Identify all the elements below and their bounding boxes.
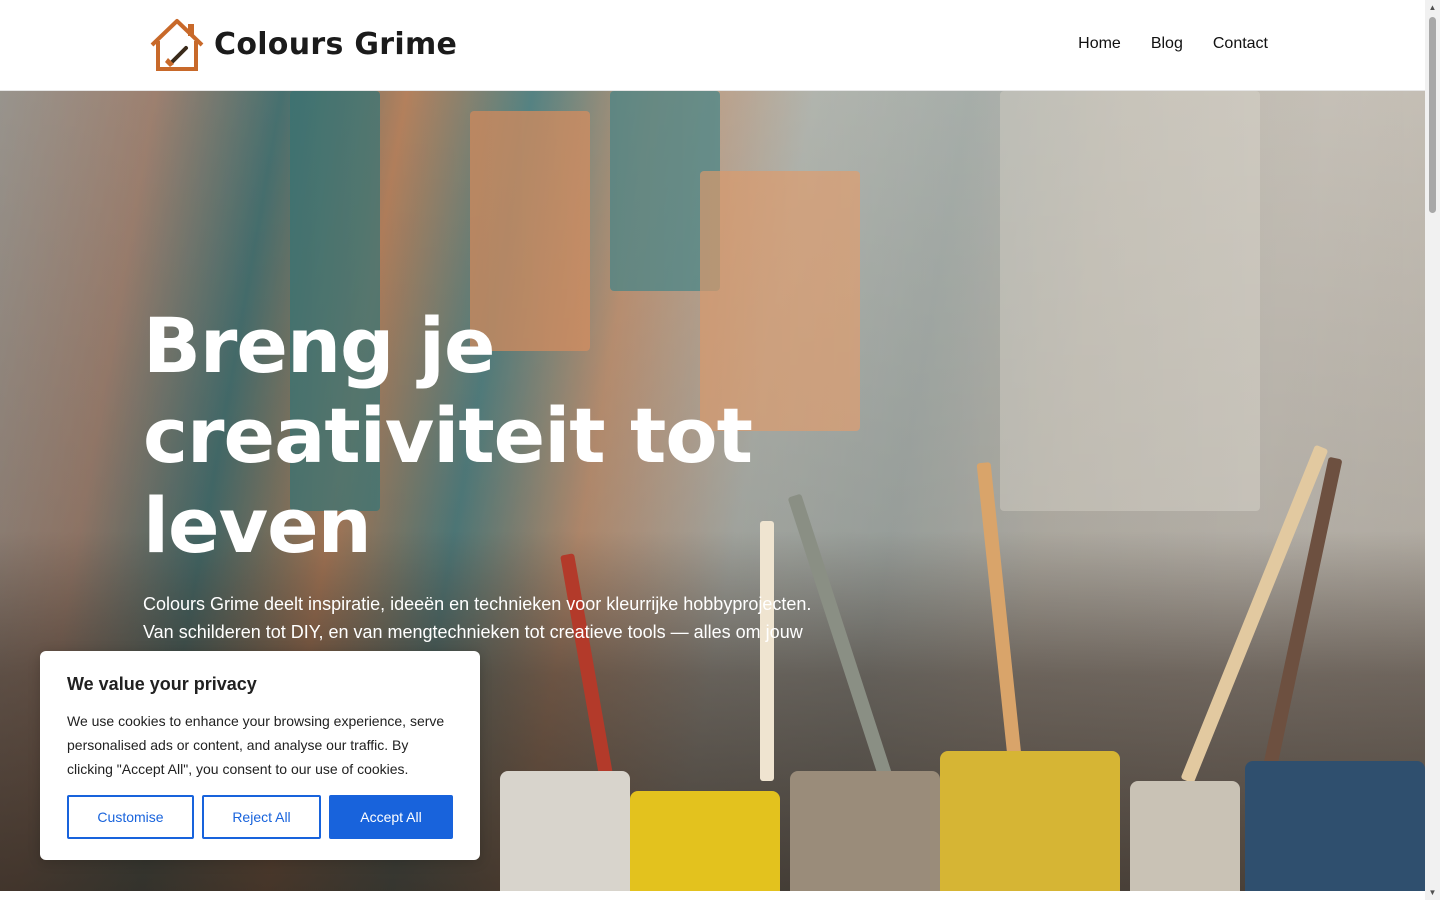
- paint-jar-shape: [1245, 761, 1425, 891]
- main-nav: Home Blog Contact: [1078, 33, 1268, 55]
- paint-jar-shape: [630, 791, 780, 891]
- cookie-consent-banner: We value your privacy We use cookies to …: [40, 651, 480, 860]
- paintbrush-shape: [560, 553, 614, 783]
- paint-jar-shape: [940, 751, 1120, 891]
- accept-all-button[interactable]: Accept All: [329, 795, 453, 839]
- scroll-down-arrow-icon[interactable]: ▼: [1425, 885, 1440, 900]
- house-brush-logo-icon: [150, 19, 204, 71]
- customise-button[interactable]: Customise: [67, 795, 194, 839]
- paint-jar-shape: [1130, 781, 1240, 891]
- cookie-title: We value your privacy: [67, 674, 257, 694]
- nav-blog[interactable]: Blog: [1151, 33, 1183, 55]
- site-logo[interactable]: Colours Grime: [148, 18, 457, 72]
- scroll-up-arrow-icon[interactable]: ▲: [1425, 0, 1440, 15]
- cookie-buttons: Customise Reject All Accept All: [67, 795, 453, 839]
- site-header: Colours Grime Home Blog Contact: [0, 0, 1425, 91]
- nav-contact[interactable]: Contact: [1213, 33, 1268, 55]
- nav-home[interactable]: Home: [1078, 33, 1121, 55]
- paint-jar-shape: [790, 771, 940, 891]
- hero-description: Colours Grime deelt inspiratie, ideeën e…: [143, 594, 812, 642]
- paint-jar-shape: [500, 771, 630, 891]
- logo-text: Colours Grime: [214, 27, 458, 62]
- reject-all-button[interactable]: Reject All: [202, 795, 321, 839]
- page-scrollbar[interactable]: ▲ ▼: [1425, 0, 1440, 900]
- scrollbar-thumb[interactable]: [1429, 17, 1436, 213]
- cookie-description: We use cookies to enhance your browsing …: [67, 713, 445, 777]
- hero-title: Breng je creativiteit tot leven: [143, 301, 753, 570]
